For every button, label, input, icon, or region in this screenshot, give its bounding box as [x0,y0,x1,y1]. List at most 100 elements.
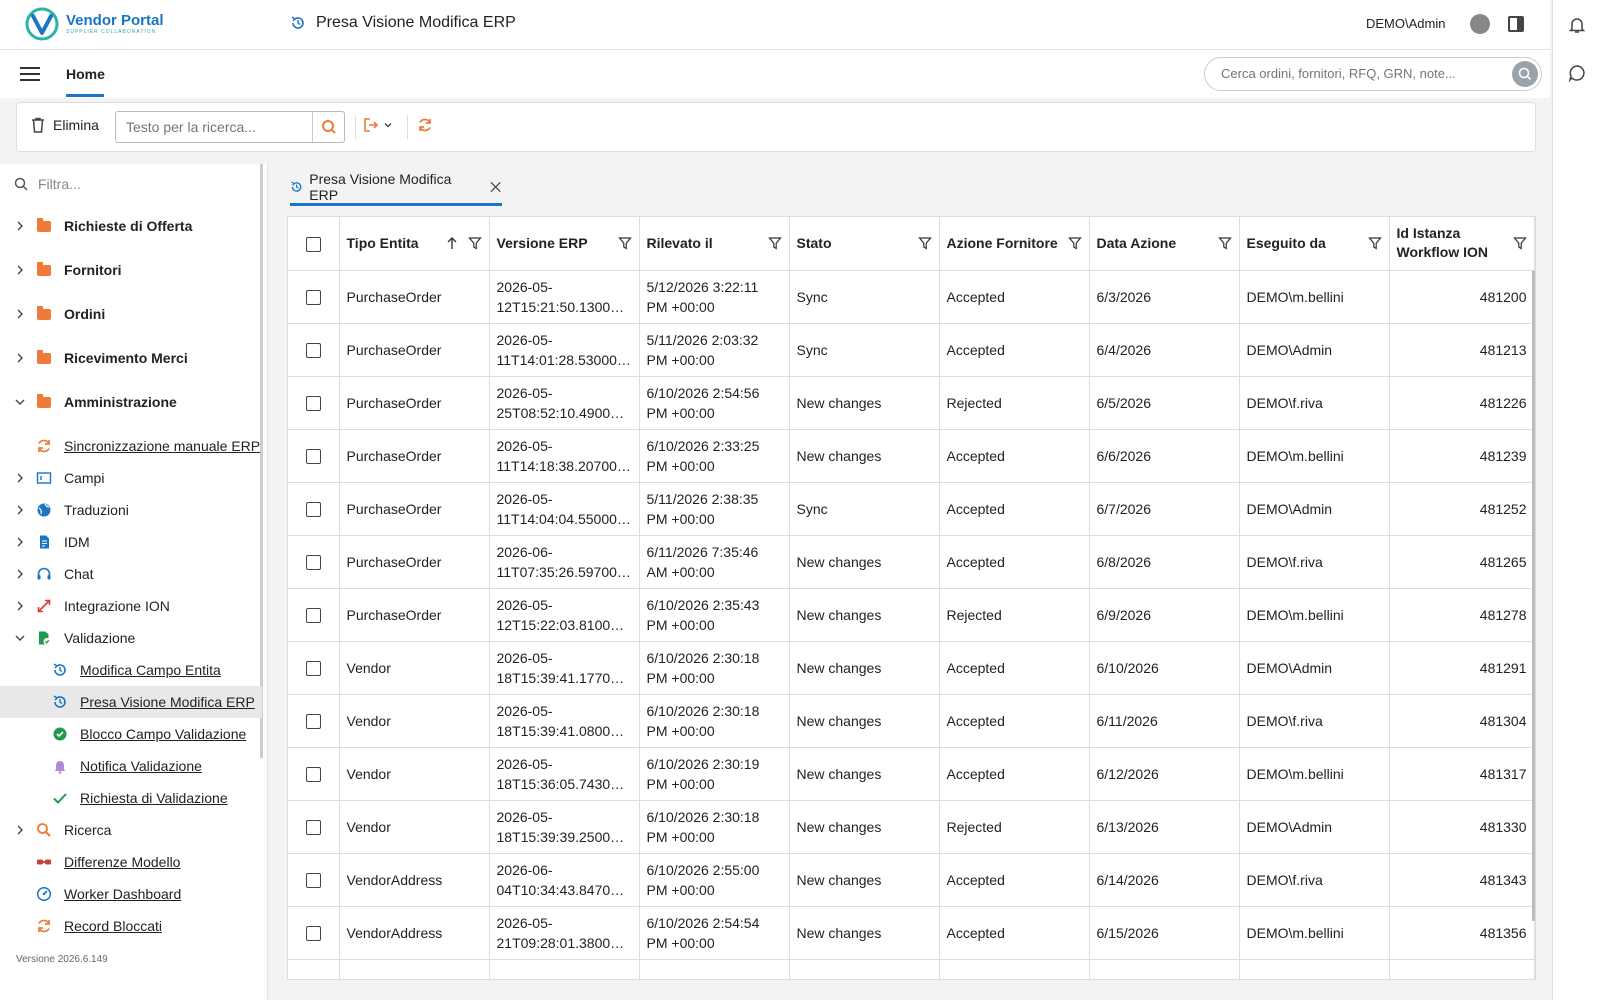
sidebar-item-modifica-campo-entita[interactable]: Modifica Campo Entita [0,654,262,686]
sidebar-item-idm[interactable]: IDM [0,526,262,558]
row-checkbox[interactable] [305,926,321,942]
cell-tipo-entita: PurchaseOrder [339,535,490,589]
sidebar-filter[interactable]: Filtra... [14,176,81,192]
row-checkbox[interactable] [305,555,321,571]
sidebar-item-richiesta-di-validazione[interactable]: Richiesta di Validazione [0,782,262,814]
sidebar-item-presa-visione-modifica-erp[interactable]: Presa Visione Modifica ERP [0,686,262,718]
row-select-cell [288,747,340,801]
column-header-data-azione[interactable]: Data Azione [1089,217,1240,271]
bell-icon[interactable] [1568,16,1586,34]
filter-icon[interactable] [617,236,632,250]
column-header-tipo-entita[interactable]: Tipo Entita [339,217,490,271]
row-select-cell [288,694,340,748]
sync-icon [38,439,50,453]
tab-home[interactable]: Home [66,66,105,97]
sidebar-item-richieste-offerta[interactable]: Richieste di Offerta [0,204,262,248]
toolbar-search-input[interactable] [126,119,306,135]
filter-icon[interactable] [1367,236,1382,250]
global-search-button[interactable] [1512,61,1538,87]
table-row[interactable]: PurchaseOrder 2026-05- 12T15:22:03.810000.… [288,588,1535,642]
versione-erp-line2: 11T14:01:28.530000... [496,351,632,368]
bell-icon [54,761,66,774]
table-row[interactable]: Vendor 2026-05- 18T15:39:41.080000... 6/10/… [288,694,1535,748]
sidebar-item-ricerca[interactable]: Ricerca [0,814,262,846]
user-avatar-icon[interactable] [1470,14,1490,34]
sidebar-item-campi[interactable]: Campi [0,462,262,494]
sidebar-item-validazione[interactable]: Validazione [0,622,262,654]
sidebar-item-ricevimento-merci[interactable]: Ricevimento Merci [0,336,262,380]
row-checkbox[interactable] [305,767,321,783]
rilevato-il-line1: 6/10/2026 2:30:18 [646,808,760,825]
table-row[interactable]: PurchaseOrder 2026-05- 11T14:01:28.530000.… [288,323,1535,377]
toolbar-search-button[interactable] [312,112,344,142]
side-panel-toggle-icon[interactable] [1508,16,1524,32]
global-search-input[interactable] [1221,66,1501,81]
cell-tipo-entita: PurchaseOrder [339,376,490,430]
chat-icon[interactable] [1568,64,1586,82]
row-checkbox[interactable] [306,979,321,980]
cell-data-azione: 6/5/2026 [1089,376,1240,430]
sidebar-item-integrazione-ion[interactable]: Integrazione ION [0,590,262,622]
row-checkbox[interactable] [305,608,321,624]
filter-icon[interactable] [1217,236,1232,250]
row-checkbox[interactable] [305,502,321,518]
dashboard-gauge-icon [36,886,52,902]
filter-icon[interactable] [1067,236,1082,250]
sidebar-item-blocco-campo-validazione[interactable]: Blocco Campo Validazione [0,718,262,750]
column-header-stato[interactable]: Stato [789,217,940,271]
row-checkbox[interactable] [305,820,321,836]
sidebar-item-record-bloccati[interactable]: Record Bloccati [0,910,262,942]
sidebar-item-traduzioni[interactable]: Traduzioni [0,494,262,526]
row-checkbox[interactable] [305,343,321,359]
brand-logo[interactable]: Vendor Portal SUPPLIER COLLABORATION [24,6,164,42]
close-icon[interactable] [489,180,502,194]
sidebar-item-fornitori[interactable]: Fornitori [0,248,262,292]
grid-scrollbar[interactable] [1532,271,1535,921]
export-dropdown-button[interactable] [363,117,393,133]
tab-presa-visione-modifica-erp[interactable]: Presa Visione Modifica ERP [290,170,502,206]
delete-button[interactable]: Elimina [31,117,99,133]
row-checkbox[interactable] [305,449,321,465]
hamburger-menu-icon[interactable] [20,67,40,81]
select-all-checkbox[interactable] [305,236,321,252]
table-row[interactable]: Vendor 2026-05- 18T15:36:05.743000... 6/10/… [288,747,1535,801]
filter-icon[interactable] [1512,236,1527,250]
table-row[interactable]: PurchaseOrder 2026-05- 11T14:18:38.207000.… [288,429,1535,483]
sidebar-item-ordini[interactable]: Ordini [0,292,262,336]
column-header-id-istanza[interactable]: Id Istanza Workflow ION [1389,217,1535,271]
table-row[interactable]: Vendor 2026-05- 18T15:39:39.250000... 6/10/… [288,800,1535,854]
table-row[interactable]: PurchaseOrder 2026-06- 11T07:35:26.597000.… [288,535,1535,589]
cell-rilevato-il: 6/10/2026 2:54:54 PM +00:00 [639,906,790,960]
column-header-eseguito-da[interactable]: Eseguito da [1239,217,1390,271]
table-row[interactable]: VendorAddress 2026-06- 04T10:34:43.847000.… [288,853,1535,907]
row-checkbox[interactable] [305,661,321,677]
table-row[interactable]: VendorAddress 2026-05- 21T09:28:01.380000.… [288,906,1535,960]
column-header-rilevato-il[interactable]: Rilevato il [639,217,790,271]
user-name[interactable]: DEMO\Admin [1366,16,1445,31]
row-checkbox[interactable] [305,396,321,412]
refresh-button[interactable] [417,117,433,136]
sidebar-item-notifica-validazione[interactable]: Notifica Validazione [0,750,262,782]
table-row[interactable]: 2026-05- 6/10/2026 2:54:54 [288,959,1535,980]
column-header-azione-fornitore[interactable]: Azione Fornitore [939,217,1090,271]
sort-ascending-icon[interactable] [446,236,458,250]
sidebar-item-sincronizzazione-erp[interactable]: Sincronizzazione manuale ERP [0,430,262,462]
table-row[interactable]: Vendor 2026-05- 18T15:39:41.177000... 6/10/… [288,641,1535,695]
table-row[interactable]: PurchaseOrder 2026-05- 12T15:21:50.130000.… [288,270,1535,324]
table-row[interactable]: PurchaseOrder 2026-05- 25T08:52:10.490000.… [288,376,1535,430]
sidebar-item-amministrazione[interactable]: Amministrazione [0,380,262,424]
filter-icon[interactable] [767,236,782,250]
row-checkbox[interactable] [305,714,321,730]
column-header-versione-erp[interactable]: Versione ERP [489,217,640,271]
row-checkbox[interactable] [305,873,321,889]
table-row[interactable]: PurchaseOrder 2026-05- 11T14:04:04.550000.… [288,482,1535,536]
sidebar-item-differenze-modello[interactable]: Differenze Modello [0,846,262,878]
cell-azione-fornitore: Accepted [939,747,1090,801]
sidebar-item-chat[interactable]: Chat [0,558,262,590]
column-header-label: Stato [796,234,832,251]
sidebar-item-worker-dashboard[interactable]: Worker Dashboard [0,878,262,910]
cell-azione-fornitore: Accepted [939,482,1090,536]
row-checkbox[interactable] [305,290,321,306]
filter-icon[interactable] [917,236,932,250]
filter-icon[interactable] [467,236,482,250]
